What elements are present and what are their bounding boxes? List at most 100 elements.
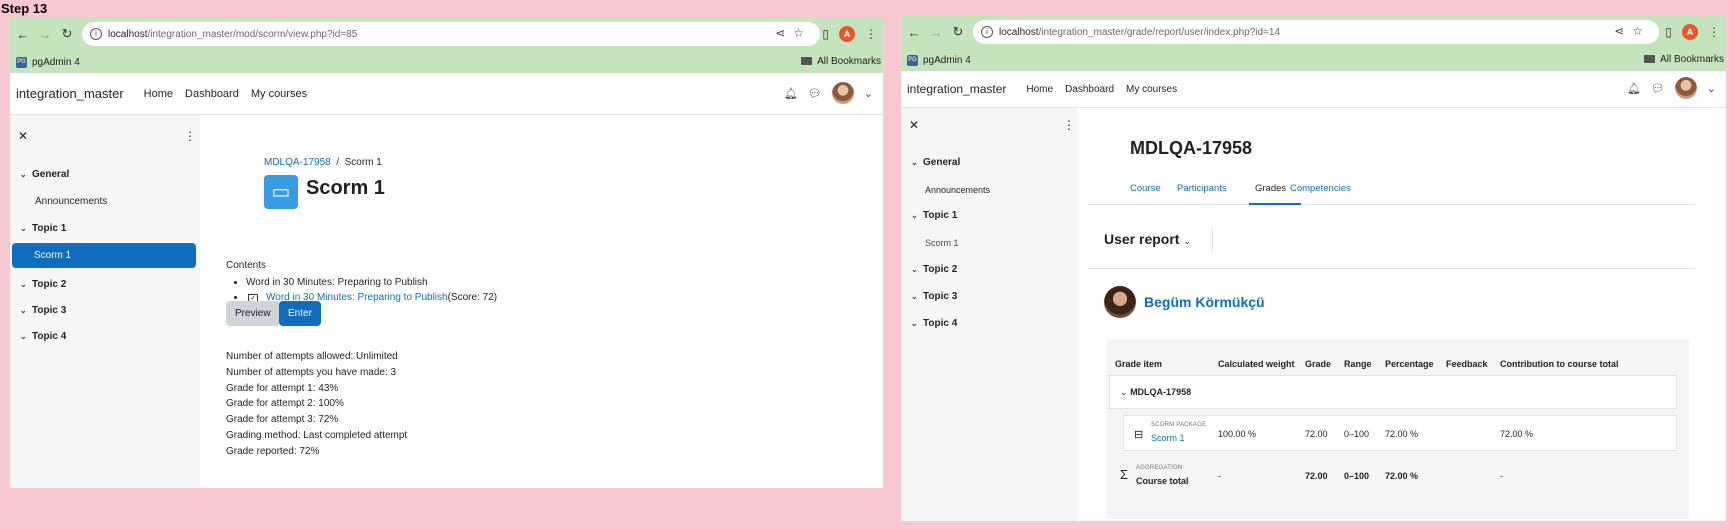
tab-grades[interactable]: Grades (1255, 183, 1286, 194)
nav-my-courses[interactable]: My courses (251, 88, 307, 100)
item-type: SCORM PACKAGE (1151, 422, 1207, 428)
breadcrumb-course[interactable]: MDLQA-17958 (264, 157, 331, 168)
activity-announcements[interactable]: Announcements (35, 196, 107, 207)
chevron-down-icon[interactable]: ⌄ (1707, 82, 1716, 95)
chevron-down-icon[interactable]: ⌄ (864, 87, 873, 100)
item-range: 0–100 (1344, 429, 1370, 439)
chevron-down-icon: ⌄ (1183, 236, 1191, 246)
nav-dashboard[interactable]: Dashboard (185, 88, 239, 100)
user-avatar[interactable] (831, 82, 854, 104)
tab-competencies[interactable]: Competencies (1290, 183, 1351, 194)
active-tab-indicator (1249, 203, 1301, 205)
sidebar-toggle-icon[interactable]: ▯ (1665, 25, 1672, 39)
more-icon[interactable]: ⋮ (1063, 118, 1075, 132)
bell-icon[interactable]: 🔔︎ (1627, 82, 1641, 95)
browser-toolbar: ← → ↻ i localhost/integration_master/gra… (901, 15, 1726, 49)
course-index-drawer: ✕ ⋮ ⌄ General Announcements ⌄ Topic 1 Scor… (10, 115, 200, 488)
tab-course[interactable]: Course (1130, 183, 1161, 194)
reload-icon[interactable]: ↻ (947, 24, 969, 40)
activity-scorm-1[interactable]: Scorm 1 (12, 243, 196, 268)
section-topic-4[interactable]: ⌄ Topic 4 (911, 318, 957, 329)
item-name-link[interactable]: Scorm 1 (1151, 433, 1185, 443)
col-grade: Grade (1305, 359, 1332, 369)
breadcrumb-current: Scorm 1 (344, 157, 382, 168)
site-info-icon[interactable]: i (90, 28, 102, 40)
category-label[interactable]: ⌄ MDLQA-17958 (1120, 387, 1191, 398)
section-topic-4[interactable]: ⌄ Topic 4 (20, 331, 66, 342)
section-general[interactable]: ⌄ General (20, 169, 69, 180)
total-percentage: 72.00 % (1385, 471, 1419, 481)
close-icon[interactable]: ✕ (909, 118, 919, 132)
scorm-package-icon: ▭ (264, 175, 298, 209)
back-icon[interactable]: ← (12, 27, 34, 42)
preview-button[interactable]: Preview (226, 301, 280, 326)
section-general[interactable]: ⌄ General (911, 157, 960, 168)
sidebar-toggle-icon[interactable]: ▯ (822, 27, 829, 41)
user-avatar[interactable] (1674, 77, 1697, 99)
share-star-icons[interactable]: ⋖☆ (1614, 24, 1651, 38)
chat-icon[interactable]: 💬︎ (808, 87, 822, 100)
bookmark-pgadmin[interactable]: pgAdmin 4 (32, 57, 80, 68)
more-icon[interactable]: ⋮ (184, 129, 196, 143)
info-line: Number of attempts allowed: Unlimited (226, 351, 398, 362)
browser-actions: ▯ A ⋮ (822, 26, 877, 42)
browser-actions: ▯ A ⋮ (1665, 24, 1720, 40)
nav-dashboard[interactable]: Dashboard (1065, 84, 1114, 95)
pgadmin-icon: PG (16, 56, 27, 68)
share-star-icons[interactable]: ⋖☆ (775, 26, 812, 40)
folder-icon (801, 57, 813, 65)
total-name: Course total (1136, 476, 1189, 486)
user-picture[interactable] (1104, 286, 1136, 318)
col-calculated-weight: Calculated weight (1218, 359, 1295, 369)
address-bar[interactable]: i localhost/integration_master/grade/rep… (973, 20, 1659, 44)
item-grade: 72.00 (1305, 429, 1328, 439)
back-icon[interactable]: ← (903, 25, 925, 40)
reload-icon[interactable]: ↻ (56, 26, 78, 42)
activity-scorm-1[interactable]: Scorm 1 (925, 238, 959, 248)
forward-icon[interactable]: → (925, 25, 947, 40)
col-grade-item: Grade item (1115, 359, 1163, 369)
forward-icon[interactable]: → (34, 27, 56, 42)
tab-participants[interactable]: Participants (1177, 183, 1227, 194)
bell-icon[interactable]: 🔔︎ (784, 87, 798, 100)
right-browser-window: ← → ↻ i localhost/integration_master/gra… (901, 15, 1726, 521)
site-info-icon[interactable]: i (981, 26, 993, 38)
address-bar[interactable]: i localhost/integration_master/mod/scorm… (82, 22, 820, 46)
chat-icon[interactable]: 💬︎ (1651, 82, 1665, 95)
toc-sub-score: (Score: 72) (447, 292, 498, 303)
section-topic-2[interactable]: ⌄ Topic 2 (911, 264, 957, 275)
section-topic-2[interactable]: ⌄ Topic 2 (20, 279, 66, 290)
navbar-user-area: 🔔︎ 💬︎ ⌄ (784, 82, 873, 104)
info-line: Grade for attempt 1: 43% (226, 382, 339, 394)
all-bookmarks[interactable]: All Bookmarks (801, 56, 881, 67)
url-path: /integration_master/mod/scorm/view.php?i… (147, 28, 358, 40)
section-topic-3[interactable]: ⌄ Topic 3 (20, 305, 66, 316)
enter-button[interactable]: Enter (279, 301, 321, 326)
profile-avatar[interactable]: A (839, 26, 855, 42)
total-weight: - (1218, 471, 1221, 481)
url-host: localhost (999, 26, 1039, 38)
site-name[interactable]: integration_master (907, 82, 1006, 96)
close-icon[interactable]: ✕ (18, 129, 28, 143)
nav-home[interactable]: Home (144, 88, 173, 100)
sigma-icon: Σ (1120, 467, 1129, 482)
nav-home[interactable]: Home (1026, 84, 1053, 95)
bookmark-pgadmin[interactable]: pgAdmin 4 (923, 55, 971, 66)
section-topic-3[interactable]: ⌄ Topic 3 (911, 291, 957, 302)
scorm-main: MDLQA-17958 / Scorm 1 ▭ Scorm 1 Contents… (200, 117, 883, 488)
section-topic-1[interactable]: ⌄ Topic 1 (911, 210, 957, 221)
category-row: ⌄ MDLQA-17958 (1109, 375, 1677, 409)
all-bookmarks[interactable]: All Bookmarks (1644, 54, 1724, 65)
menu-icon[interactable]: ⋮ (865, 27, 877, 41)
scorm-package-icon: ⊟ (1134, 429, 1144, 441)
site-name[interactable]: integration_master (16, 86, 124, 101)
section-topic-1[interactable]: ⌄ Topic 1 (20, 223, 66, 234)
activity-announcements[interactable]: Announcements (925, 185, 990, 195)
report-selector[interactable]: User report ⌄ (1104, 231, 1191, 247)
user-name-link[interactable]: Begüm Körmükçü (1144, 294, 1265, 310)
menu-icon[interactable]: ⋮ (1708, 25, 1720, 39)
folder-icon (1644, 55, 1656, 63)
nav-my-courses[interactable]: My courses (1126, 84, 1177, 95)
profile-avatar[interactable]: A (1682, 24, 1698, 40)
step-label: Step 13 (1, 1, 48, 16)
